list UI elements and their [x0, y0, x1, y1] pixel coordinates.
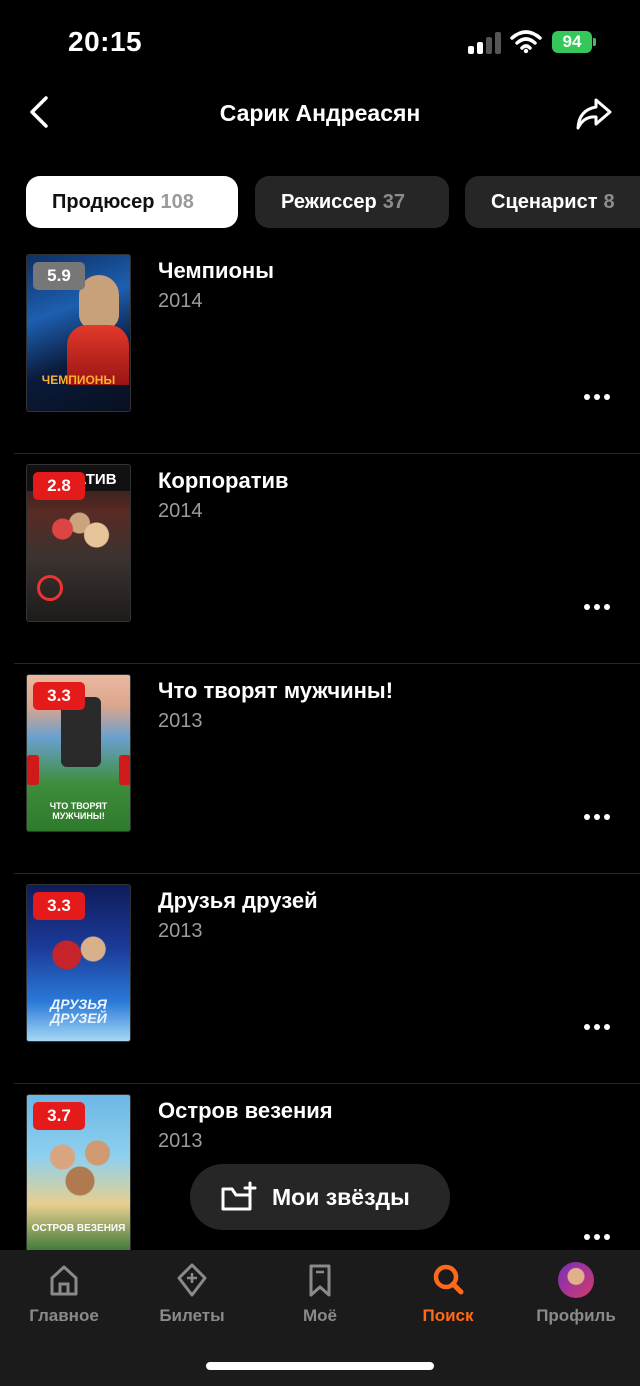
ticket-icon	[177, 1263, 207, 1297]
rating-badge: 3.3	[33, 682, 85, 710]
battery-level: 94	[562, 32, 582, 51]
tab-label: Режиссер	[281, 191, 377, 213]
film-title: Что творят мужчины!	[158, 678, 394, 703]
status-bar: 20:15 94	[0, 0, 640, 88]
tab-screenwriter[interactable]: Сценарист 8	[465, 176, 640, 228]
tab-count: 37	[382, 191, 406, 213]
poster-caption: ДРУЗЬЯ ДРУЗЕЙ	[50, 996, 107, 1026]
list-item[interactable]: ДРУЗЬЯ ДРУЗЕЙ 3.3 Друзья друзей 2013	[0, 874, 640, 1084]
film-year: 2014	[158, 500, 203, 522]
battery-icon: 94	[552, 31, 596, 53]
film-title: Корпоратив	[158, 468, 289, 493]
tab-count: 108	[160, 191, 194, 213]
tab-producer[interactable]: Продюсер 108	[26, 176, 238, 228]
bookmark-icon	[309, 1264, 331, 1297]
screen: 20:15 94 Сарик Андреасян Продюсер 108 Ре…	[0, 0, 640, 1386]
rating-badge: 5.9	[33, 262, 85, 290]
tab-label: Сценарист	[491, 191, 598, 213]
film-list: ЧЕМПИОНЫ 5.9 Чемпионы 2014 РАТИВ 2.8 Кор…	[0, 244, 640, 1250]
poster-caption: ЧЕМПИОНЫ	[41, 373, 116, 387]
status-time: 20:15	[68, 26, 143, 57]
home-indicator	[206, 1362, 434, 1370]
film-title: Остров везения	[158, 1098, 333, 1123]
rating-badge: 3.7	[33, 1102, 85, 1130]
rating-badge: 2.8	[33, 472, 85, 500]
poster-image: ЧТО ТВОРЯТ МУЖЧИНЫ! 3.3	[26, 674, 131, 832]
poster-caption: ЧТО ТВОРЯТ МУЖЧИНЫ!	[49, 801, 108, 821]
home-icon	[50, 1265, 78, 1296]
list-item[interactable]: ЧТО ТВОРЯТ МУЖЧИНЫ! 3.3 Что творят мужчи…	[0, 664, 640, 874]
film-year: 2013	[158, 920, 203, 942]
tab-director[interactable]: Режиссер 37	[255, 176, 449, 228]
my-stars-button[interactable]: Мои звёзды	[190, 1164, 450, 1230]
film-year: 2013	[158, 1130, 203, 1152]
poster-image: ДРУЗЬЯ ДРУЗЕЙ 3.3	[26, 884, 131, 1042]
more-button[interactable]	[578, 596, 616, 616]
header: Сарик Андреасян	[0, 88, 640, 144]
page-title: Сарик Андреасян	[219, 100, 421, 126]
more-button[interactable]	[578, 806, 616, 826]
tab-bar-label: Поиск	[422, 1306, 474, 1325]
film-title: Друзья друзей	[158, 888, 318, 913]
film-title: Чемпионы	[158, 258, 275, 283]
tab-count: 8	[603, 191, 615, 213]
my-stars-label: Мои звёзды	[272, 1184, 410, 1210]
more-button[interactable]	[578, 1226, 616, 1246]
role-tabs: Продюсер 108 Режиссер 37 Сценарист 8	[26, 176, 640, 230]
tab-bar-label: Главное	[29, 1306, 99, 1325]
film-year: 2014	[158, 290, 203, 312]
search-icon	[433, 1264, 464, 1295]
avatar	[558, 1262, 594, 1298]
signal-icon	[468, 32, 502, 54]
share-button[interactable]	[572, 94, 616, 134]
add-folder-icon	[221, 1181, 257, 1211]
tab-bar-item-mine[interactable]: Моё	[256, 1260, 384, 1340]
tab-bar-item-search[interactable]: Поиск	[384, 1260, 512, 1340]
more-button[interactable]	[578, 1016, 616, 1036]
tab-bar-label: Моё	[303, 1306, 337, 1325]
film-year: 2013	[158, 710, 203, 732]
rating-badge: 3.3	[33, 892, 85, 920]
tab-bar-item-profile[interactable]: Профиль	[512, 1260, 640, 1340]
tab-bar-label: Профиль	[536, 1306, 616, 1325]
tab-bar-item-home[interactable]: Главное	[0, 1260, 128, 1340]
more-button[interactable]	[578, 386, 616, 406]
poster-image: ОСТРОВ ВЕЗЕНИЯ 3.7	[26, 1094, 131, 1250]
poster-caption: ОСТРОВ ВЕЗЕНИЯ	[31, 1223, 126, 1234]
tab-bar-label: Билеты	[159, 1306, 225, 1325]
poster-image: ЧЕМПИОНЫ 5.9	[26, 254, 131, 412]
wifi-icon	[510, 30, 542, 54]
poster-image: РАТИВ 2.8	[26, 464, 131, 622]
tab-label: Продюсер	[52, 191, 155, 213]
tab-bar-item-tickets[interactable]: Билеты	[128, 1260, 256, 1340]
list-item[interactable]: ЧЕМПИОНЫ 5.9 Чемпионы 2014	[0, 244, 640, 454]
list-item[interactable]: РАТИВ 2.8 Корпоратив 2014	[0, 454, 640, 664]
